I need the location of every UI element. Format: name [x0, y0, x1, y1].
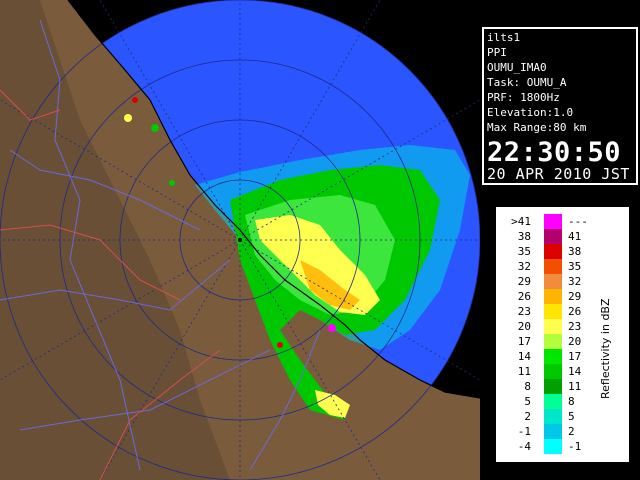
info-panel: ilts1 PPI OUMU_IMA0 Task: OUMU_A PRF: 18… [482, 27, 638, 185]
legend-title: Reflectivity in dBZ [599, 298, 612, 399]
legend-upper-bound: 35 [568, 260, 582, 273]
legend-lower-bound: 2 [524, 410, 531, 423]
legend-lower-bound: 32 [517, 260, 531, 273]
legend-upper-bound: 41 [568, 230, 582, 243]
station-name: OUMU_IMA0 [487, 61, 547, 74]
legend-lower-bound: 20 [517, 320, 531, 333]
legend-upper-bound: 23 [568, 320, 582, 333]
legend-lower-bound: 17 [517, 335, 531, 348]
legend-lower-bound: 11 [517, 365, 531, 378]
observation-time: 22:30:50 [487, 137, 622, 168]
legend-color-swatch [544, 364, 562, 379]
legend-lower-bound: 5 [524, 395, 531, 408]
legend-color-swatch [544, 379, 562, 394]
echo-red-cell [277, 342, 283, 348]
reflectivity-legend: >41 --- 38 41 35 38 32 35 29 32 26 29 23 26 20 23 17 20 14… [496, 207, 629, 462]
legend-lower-bound: -4 [517, 440, 531, 453]
legend-upper-bound: 5 [568, 410, 575, 423]
legend-upper-bound: 29 [568, 290, 582, 303]
legend-upper-bound: 14 [568, 365, 582, 378]
legend-color-swatch [544, 334, 562, 349]
legend-color-swatch [544, 409, 562, 424]
legend-color-swatch [544, 244, 562, 259]
legend-upper-bound: -1 [568, 440, 582, 453]
legend-upper-bound: 32 [568, 275, 582, 288]
legend-color-swatch [544, 439, 562, 454]
legend-upper-bound: 8 [568, 395, 575, 408]
legend-lower-bound: 14 [517, 350, 531, 363]
max-range-label: Max Range:80 km [487, 121, 587, 134]
legend-lower-bound: 8 [524, 380, 531, 393]
legend-color-swatch [544, 319, 562, 334]
legend-row: >41 --- [498, 214, 627, 229]
legend-lower-bound: 35 [517, 245, 531, 258]
legend-lower-bound: >41 [511, 215, 531, 228]
legend-upper-bound: 20 [568, 335, 582, 348]
legend-row: 25 [498, 409, 627, 424]
legend-color-swatch [544, 394, 562, 409]
legend-lower-bound: 38 [517, 230, 531, 243]
legend-row: 32 35 [498, 259, 627, 274]
legend-row: -1 2 [498, 424, 627, 439]
legend-upper-bound: --- [568, 215, 588, 228]
echo-red-cell-north [132, 97, 138, 103]
legend-color-swatch [544, 424, 562, 439]
legend-upper-bound: 2 [568, 425, 575, 438]
legend-upper-bound: 26 [568, 305, 582, 318]
legend-row: 35 38 [498, 244, 627, 259]
product-name: PPI [487, 46, 507, 59]
legend-color-swatch [544, 304, 562, 319]
observation-date: 20 APR 2010 JST [487, 165, 630, 183]
echo-green-coast [169, 180, 175, 186]
task-label: Task: OUMU_A [487, 76, 567, 89]
legend-lower-bound: 26 [517, 290, 531, 303]
echo-green-coast [151, 124, 159, 132]
radar-ppi-display[interactable] [0, 0, 480, 480]
legend-upper-bound: 17 [568, 350, 582, 363]
prf-label: PRF: 1800Hz [487, 91, 560, 104]
legend-upper-bound: 11 [568, 380, 582, 393]
legend-lower-bound: 23 [517, 305, 531, 318]
legend-upper-bound: 38 [568, 245, 582, 258]
legend-color-swatch [544, 259, 562, 274]
radar-site-marker [238, 238, 242, 242]
legend-color-swatch [544, 274, 562, 289]
legend-lower-bound: -1 [517, 425, 531, 438]
legend-row: 29 32 [498, 274, 627, 289]
legend-color-swatch [544, 289, 562, 304]
legend-color-swatch [544, 349, 562, 364]
echo-magenta-cell [328, 324, 336, 332]
legend-lower-bound: 29 [517, 275, 531, 288]
echo-green-coast [124, 114, 132, 122]
elevation-label: Elevation:1.0 [487, 106, 574, 119]
legend-color-swatch [544, 229, 562, 244]
legend-color-swatch [544, 214, 562, 229]
legend-row: -4 -1 [498, 439, 627, 454]
legend-row: 38 41 [498, 229, 627, 244]
site-name: ilts1 [487, 31, 521, 44]
